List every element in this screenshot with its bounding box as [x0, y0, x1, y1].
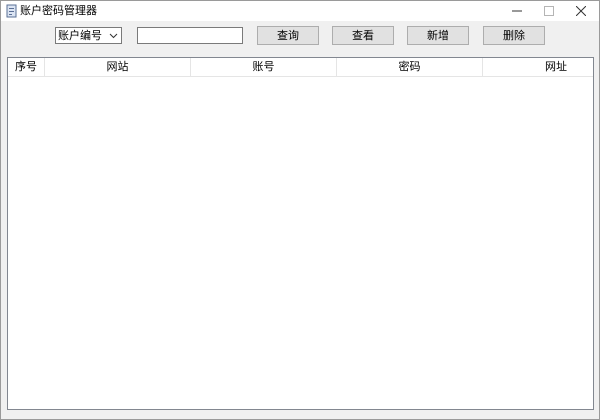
close-icon — [576, 6, 586, 16]
minimize-button[interactable] — [502, 1, 532, 21]
title-bar[interactable]: 账户密码管理器 — [1, 1, 599, 21]
window-title: 账户密码管理器 — [20, 4, 97, 17]
maximize-button[interactable] — [534, 1, 564, 21]
main-window: 账户密码管理器 账户编号 查询 查看 新增 删除 序号 网站 账号 密码 网址 — [0, 0, 600, 420]
column-header-account[interactable]: 账号 — [191, 58, 337, 76]
search-input[interactable] — [137, 27, 243, 44]
column-header-url[interactable]: 网址 — [483, 58, 593, 76]
table-header: 序号 网站 账号 密码 网址 — [8, 58, 593, 77]
close-button[interactable] — [566, 1, 596, 21]
query-button[interactable]: 查询 — [257, 26, 319, 45]
minimize-icon — [512, 10, 522, 12]
delete-button[interactable]: 删除 — [483, 26, 545, 45]
maximize-icon — [544, 6, 554, 16]
chevron-down-icon — [109, 33, 118, 39]
view-button[interactable]: 查看 — [332, 26, 394, 45]
add-button[interactable]: 新增 — [407, 26, 469, 45]
search-field-select[interactable]: 账户编号 — [55, 27, 122, 44]
column-header-password[interactable]: 密码 — [337, 58, 483, 76]
column-header-website[interactable]: 网站 — [45, 58, 191, 76]
accounts-table[interactable]: 序号 网站 账号 密码 网址 — [7, 57, 594, 410]
column-header-index[interactable]: 序号 — [8, 58, 45, 76]
app-icon — [6, 4, 17, 18]
search-field-select-value: 账户编号 — [58, 29, 102, 42]
